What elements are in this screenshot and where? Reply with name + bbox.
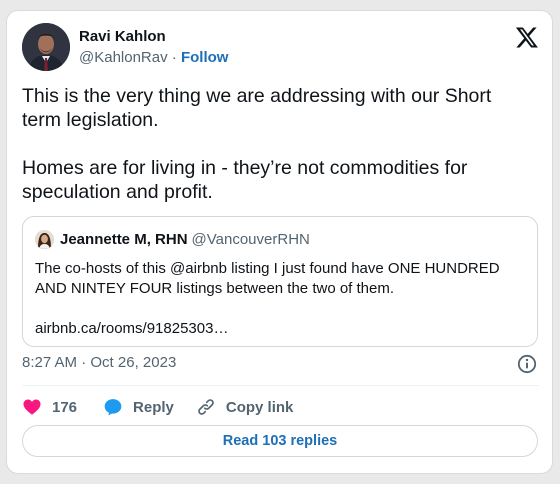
reply-bubble-icon xyxy=(104,399,122,416)
tweet-text: This is the very thing we are addressing… xyxy=(22,85,492,203)
timestamp-separator: · xyxy=(81,354,87,371)
reply-button[interactable]: Reply xyxy=(103,397,174,417)
action-bar: 176 Reply Copy link xyxy=(22,395,293,419)
quoted-header: Jeannette M, RHN @VancouverRHN xyxy=(35,229,310,249)
quoted-author-name: Jeannette M, RHN xyxy=(60,230,188,248)
tweet-card: Ravi Kahlon @KahlonRav · Follow This is … xyxy=(6,10,553,474)
author-handle[interactable]: @KahlonRav xyxy=(79,49,168,66)
author-name[interactable]: Ravi Kahlon xyxy=(79,28,166,45)
quoted-text: The co-hosts of this @airbnb listing I j… xyxy=(35,260,500,337)
read-replies-button[interactable]: Read 103 replies xyxy=(22,425,538,457)
divider xyxy=(22,385,539,386)
reply-label: Reply xyxy=(133,398,174,416)
handle-separator: · xyxy=(171,49,177,66)
tweet-time: 8:27 AM xyxy=(22,354,78,371)
author-handle-line: @KahlonRav · Follow xyxy=(79,49,228,66)
author-avatar[interactable] xyxy=(22,23,70,71)
quoted-tweet[interactable]: Jeannette M, RHN @VancouverRHN The co-ho… xyxy=(22,216,538,347)
info-icon[interactable] xyxy=(517,354,537,374)
heart-icon xyxy=(23,399,41,415)
quoted-author-handle: @VancouverRHN xyxy=(191,230,310,248)
follow-button[interactable]: Follow xyxy=(181,49,229,66)
quoted-avatar xyxy=(35,229,54,249)
link-icon xyxy=(198,399,214,415)
copy-link-label: Copy link xyxy=(225,398,294,416)
like-button[interactable]: 176 xyxy=(22,397,77,417)
like-count: 176 xyxy=(52,398,78,416)
tweet-header: Ravi Kahlon @KahlonRav · Follow xyxy=(22,23,539,71)
x-logo-icon[interactable] xyxy=(515,25,539,49)
tweet-date: Oct 26, 2023 xyxy=(90,354,177,371)
copy-link-button[interactable]: Copy link xyxy=(196,397,294,417)
tweet-timestamp[interactable]: 8:27 AM · Oct 26, 2023 xyxy=(22,354,176,371)
